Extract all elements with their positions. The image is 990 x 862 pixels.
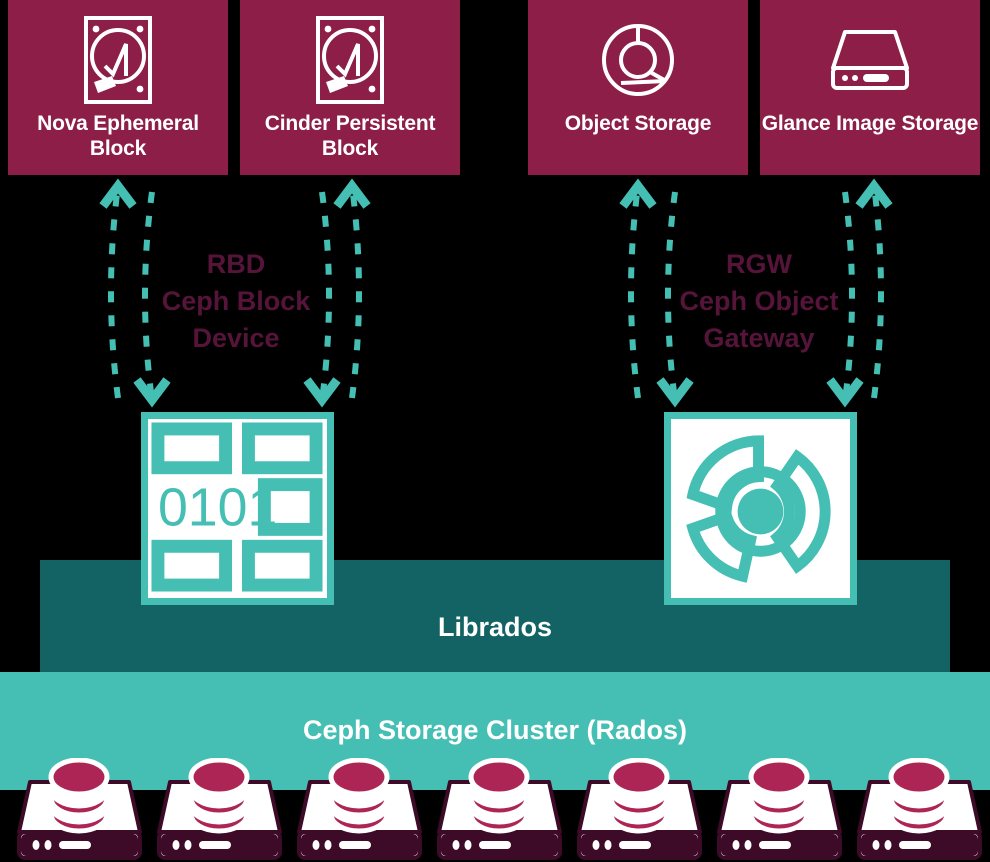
server-with-disks-icon (17, 758, 142, 860)
service-box-cinder[interactable]: Cinder Persistent Block (240, 0, 460, 175)
server-node (852, 758, 987, 862)
service-label-nova: Nova Ephemeral Block (37, 112, 199, 160)
server-with-disks-icon (157, 758, 282, 860)
arrow-head (333, 178, 371, 209)
server-node (12, 758, 147, 862)
gateway-label-rgw: RGW Ceph Object Gateway (679, 249, 839, 353)
service-label-glance: Glance Image Storage (761, 112, 979, 135)
server-node (712, 758, 847, 862)
ceph-logo-hub (737, 488, 784, 535)
arrow-head (826, 377, 864, 408)
arrow-head (133, 377, 171, 408)
donut-chart-icon (602, 24, 674, 96)
arrow-head (619, 178, 657, 209)
hard-disk-icon (316, 16, 384, 104)
ceph-storage-cluster-label: Ceph Storage Cluster (Rados) (302, 715, 688, 745)
server-with-disks-icon (857, 758, 982, 860)
storage-device-icon (831, 30, 909, 90)
service-box-object[interactable]: Object Storage (528, 0, 748, 175)
server-node (572, 758, 707, 862)
hard-disk-icon (84, 16, 152, 104)
diagram-canvas: Nova Ephemeral Block Cinder Persistent B… (0, 0, 990, 862)
service-box-glance[interactable]: Glance Image Storage (760, 0, 980, 175)
server-node (292, 758, 427, 862)
service-label-object: Object Storage (564, 112, 712, 135)
librados-label: Librados (437, 612, 552, 642)
service-label-cinder: Cinder Persistent Block (264, 112, 436, 160)
arrow-head (99, 178, 137, 209)
arrow-head (855, 178, 893, 209)
server-node (152, 758, 287, 862)
rgw-icon-card (664, 412, 857, 605)
server-with-disks-icon (437, 758, 562, 860)
arrow-head (656, 377, 694, 408)
server-with-disks-icon (297, 758, 422, 860)
arrow-head (303, 377, 341, 408)
binary-block-icon-text: 0101 (158, 477, 277, 537)
rbd-icon-card: 0101 (141, 412, 334, 605)
gateway-label-rbd: RBD Ceph Block Device (161, 249, 311, 353)
server-with-disks-icon (577, 758, 702, 860)
ceph-logo-icon (686, 435, 831, 583)
server-node (432, 758, 567, 862)
service-box-nova[interactable]: Nova Ephemeral Block (8, 0, 228, 175)
binary-block-icon: 0101 (151, 422, 323, 592)
arrow-shaft (628, 185, 641, 399)
server-with-disks-icon (717, 758, 842, 860)
